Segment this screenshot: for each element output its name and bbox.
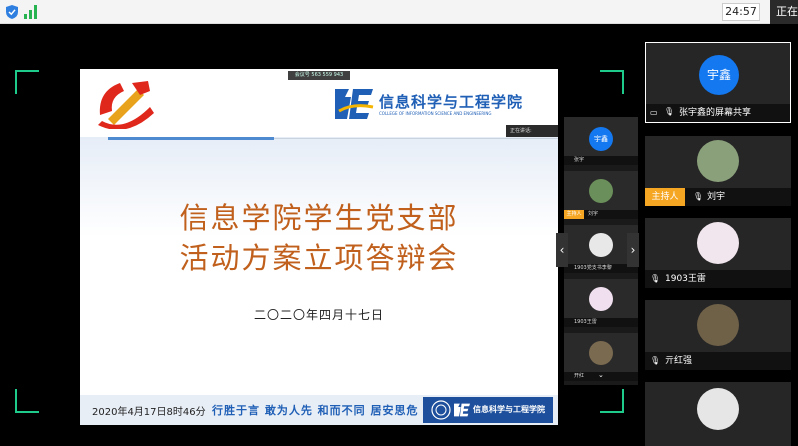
- mini-tile[interactable]: 刘宇 主持人: [564, 171, 638, 219]
- college-logo-icon: [333, 85, 375, 127]
- shield-icon[interactable]: [6, 4, 18, 23]
- avatar: [697, 388, 739, 430]
- avatar: [697, 140, 739, 182]
- avatar: [697, 222, 739, 264]
- college-name: 信息科学与工程学院: [379, 93, 524, 111]
- footer-date: 2020年4月17日8时46分: [92, 407, 206, 418]
- corner-bracket: [600, 70, 624, 94]
- mini-tile[interactable]: 开红 ⌄: [564, 333, 638, 381]
- host-badge: 主持人: [645, 188, 685, 206]
- college-name-en: COLLEGE OF INFORMATION SCIENCE AND ENGIN…: [379, 111, 492, 116]
- corner-bracket: [600, 389, 624, 413]
- participant-tile[interactable]: 亓红强 🎙: [645, 300, 791, 370]
- top-bar: 24:57 正在: [0, 0, 798, 24]
- signal-icon[interactable]: [24, 4, 38, 23]
- next-page-arrow-icon[interactable]: ›: [627, 233, 639, 267]
- participant-name: 1903王雷: [645, 270, 791, 288]
- mini-tile-label: 张宇: [564, 156, 638, 165]
- shared-slide: 信息科学与工程学院 COLLEGE OF INFORMATION SCIENCE…: [80, 69, 558, 425]
- footer-logo: 信息科学与工程学院: [423, 397, 553, 423]
- recording-status[interactable]: 正在: [770, 0, 798, 24]
- participant-tile[interactable]: 刘宇 主持人 🎙: [645, 136, 791, 206]
- footer-logo-text: 信息科学与工程学院: [473, 405, 545, 414]
- mini-tile-label: 1903王雷: [564, 318, 638, 327]
- screen-share-icon: ▭: [650, 108, 658, 117]
- avatar: [697, 304, 739, 346]
- prev-page-arrow-icon[interactable]: ‹: [556, 233, 568, 267]
- mini-tile[interactable]: 宇鑫 张宇: [564, 117, 638, 165]
- mic-muted-icon: 🎙: [650, 274, 661, 283]
- avatar: [589, 233, 613, 257]
- speaking-indicator: 正在讲话:: [506, 125, 558, 137]
- mini-tile[interactable]: 1903王雷: [564, 279, 638, 327]
- corner-bracket: [15, 389, 39, 413]
- university-seal-icon: [431, 400, 451, 420]
- divider: [108, 137, 274, 140]
- mic-muted-icon: 🎙: [693, 192, 704, 201]
- meeting-timer: 24:57: [722, 3, 760, 21]
- avatar: [589, 341, 613, 365]
- party-emblem-icon: [94, 77, 160, 133]
- active-speaker-tile[interactable]: 宇鑫 张宇鑫的屏幕共享 ▭ 🎙: [645, 42, 791, 123]
- slide-title-line2: 活动方案立项答辩会: [179, 241, 459, 275]
- avatar: [589, 287, 613, 311]
- divider: [274, 138, 558, 139]
- host-badge: 主持人: [564, 210, 584, 219]
- participant-tile[interactable]: 1903王雷 🎙: [645, 218, 791, 288]
- avatar: [589, 179, 613, 203]
- college-logo-icon: [454, 403, 470, 417]
- avatar: 宇鑫: [589, 127, 613, 151]
- mic-muted-icon: 🎙: [664, 107, 675, 116]
- slide-date: 二〇二〇年四月十七日: [253, 308, 384, 322]
- avatar: 宇鑫: [699, 55, 739, 95]
- meeting-id-badge[interactable]: 会议号 563 559 943: [288, 71, 350, 80]
- slide-footer: 2020年4月17日8时46分 行胜于言 敢为人先 和而不同 居安思危 信息科学…: [80, 395, 558, 425]
- mic-icon: 🎙: [650, 356, 661, 365]
- corner-bracket: [15, 70, 39, 94]
- footer-motto: 行胜于言 敢为人先 和而不同 居安思危: [212, 404, 419, 417]
- chevron-down-icon[interactable]: ⌄: [598, 371, 604, 379]
- slide-title-line1: 信息学院学生党支部: [179, 201, 459, 235]
- participant-tile[interactable]: [645, 382, 791, 446]
- participant-name: 亓红强: [645, 352, 791, 370]
